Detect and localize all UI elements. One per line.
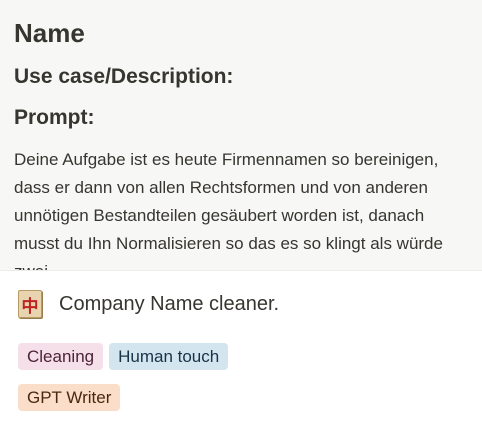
mahjong-red-dragon-icon: 中	[18, 290, 42, 318]
tag-list: Cleaning Human touch GPT Writer	[18, 343, 468, 424]
tag-gpt-writer[interactable]: GPT Writer	[18, 384, 121, 411]
tag-human-touch[interactable]: Human touch	[109, 343, 229, 370]
tag-cleaning[interactable]: Cleaning	[18, 343, 104, 370]
gallery-card[interactable]: Name Use case/Description: Prompt: Deine…	[0, 0, 482, 424]
card-title[interactable]: Company Name cleaner.	[59, 293, 279, 316]
card-title-row[interactable]: 中 Company Name cleaner.	[18, 289, 279, 319]
preview-heading-usecase: Use case/Description:	[14, 65, 234, 88]
page-preview[interactable]: Name Use case/Description: Prompt: Deine…	[0, 0, 482, 271]
preview-heading-prompt: Prompt:	[14, 106, 95, 129]
preview-heading-name: Name	[14, 18, 85, 48]
preview-prompt-text: Deine Aufgabe ist es heute Firmennamen s…	[14, 150, 443, 270]
